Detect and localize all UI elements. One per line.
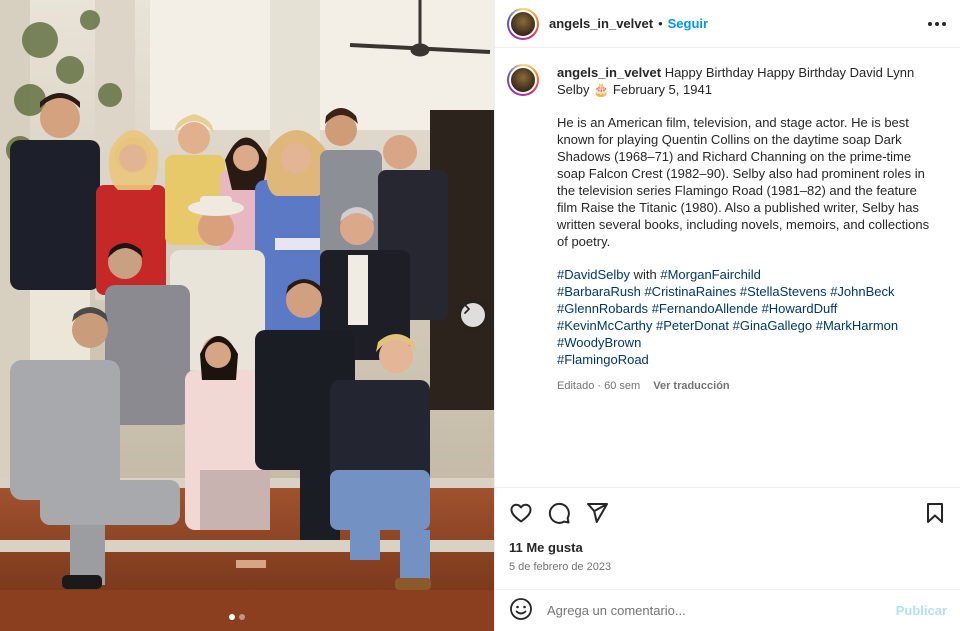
caption-meta: Editado · 60 sem Ver traducción	[557, 378, 933, 395]
caption-body: He is an American film, television, and …	[557, 115, 930, 249]
caption-avatar[interactable]	[507, 64, 539, 96]
comment-input[interactable]	[547, 603, 896, 618]
header-separator: •	[658, 16, 663, 31]
emoji-icon	[510, 598, 532, 620]
carousel-next-button[interactable]	[461, 303, 485, 327]
hashtag-list: #DavidSelby with #MorganFairchild #Barba…	[557, 266, 933, 368]
comment-icon	[548, 502, 570, 524]
hashtag-link[interactable]: #FernandoAllende	[652, 301, 758, 316]
save-button[interactable]	[923, 501, 947, 525]
likes-count[interactable]: 11 Me gusta	[509, 540, 947, 555]
carousel-dot	[239, 614, 245, 620]
publish-button[interactable]: Publicar	[896, 603, 947, 618]
hashtag-link[interactable]: #FlamingoRoad	[557, 352, 649, 367]
chevron-right-icon	[464, 304, 470, 314]
more-icon	[928, 21, 932, 26]
cast-photo-illustration	[0, 0, 494, 631]
post-date: 5 de febrero de 2023	[509, 561, 612, 573]
comment-bar: Publicar	[495, 589, 960, 631]
caption-area: angels_in_velvet Happy Birthday Happy Bi…	[495, 48, 960, 486]
post-header: angels_in_velvet • Seguir	[495, 0, 960, 48]
edited-label: Editado · 60 sem	[557, 380, 641, 392]
caption: angels_in_velvet Happy Birthday Happy Bi…	[557, 64, 933, 395]
like-button[interactable]	[509, 501, 533, 525]
hashtag-link[interactable]: #MorganFairchild	[660, 267, 760, 282]
caption-username[interactable]: angels_in_velvet	[557, 65, 661, 80]
hashtag-link[interactable]: #CristinaRaines	[644, 284, 736, 299]
follow-button[interactable]: Seguir	[668, 16, 708, 31]
hashtag-link[interactable]: #KevinMcCarthy	[557, 318, 652, 333]
heart-icon	[510, 503, 532, 523]
post-photo[interactable]	[0, 0, 494, 631]
header-username[interactable]: angels_in_velvet	[549, 16, 653, 31]
translate-link[interactable]: Ver traducción	[653, 380, 729, 392]
post-details-panel: angels_in_velvet • Seguir angels_in_velv…	[494, 0, 960, 631]
avatar[interactable]	[507, 7, 539, 40]
hashtag-link[interactable]: #GlennRobards	[557, 301, 648, 316]
share-icon	[587, 503, 608, 523]
hashtag-link[interactable]: #JohnBeck	[830, 284, 894, 299]
hashtag-link[interactable]: #StellaStevens	[740, 284, 827, 299]
emoji-button[interactable]	[509, 597, 533, 624]
hashtag-link[interactable]: #BarbaraRush	[557, 284, 641, 299]
hashtag-link[interactable]: #PeterDonat	[656, 318, 729, 333]
post-actions: 11 Me gusta 5 de febrero de 2023	[495, 487, 960, 573]
hashtag-link[interactable]: #DavidSelby	[557, 267, 630, 282]
hashtag-link[interactable]: #HowardDuff	[762, 301, 838, 316]
comment-button[interactable]	[547, 501, 571, 525]
more-options-button[interactable]	[928, 14, 946, 34]
save-icon	[927, 503, 943, 523]
share-button[interactable]	[585, 501, 609, 525]
hashtag-link[interactable]: #MarkHarmon	[816, 318, 898, 333]
carousel-indicator	[229, 614, 245, 620]
carousel-dot-active	[229, 614, 235, 620]
hashtag-link[interactable]: #WoodyBrown	[557, 335, 641, 350]
hashtag-link[interactable]: #GinaGallego	[733, 318, 813, 333]
hashtag-with-text: with	[633, 267, 657, 282]
